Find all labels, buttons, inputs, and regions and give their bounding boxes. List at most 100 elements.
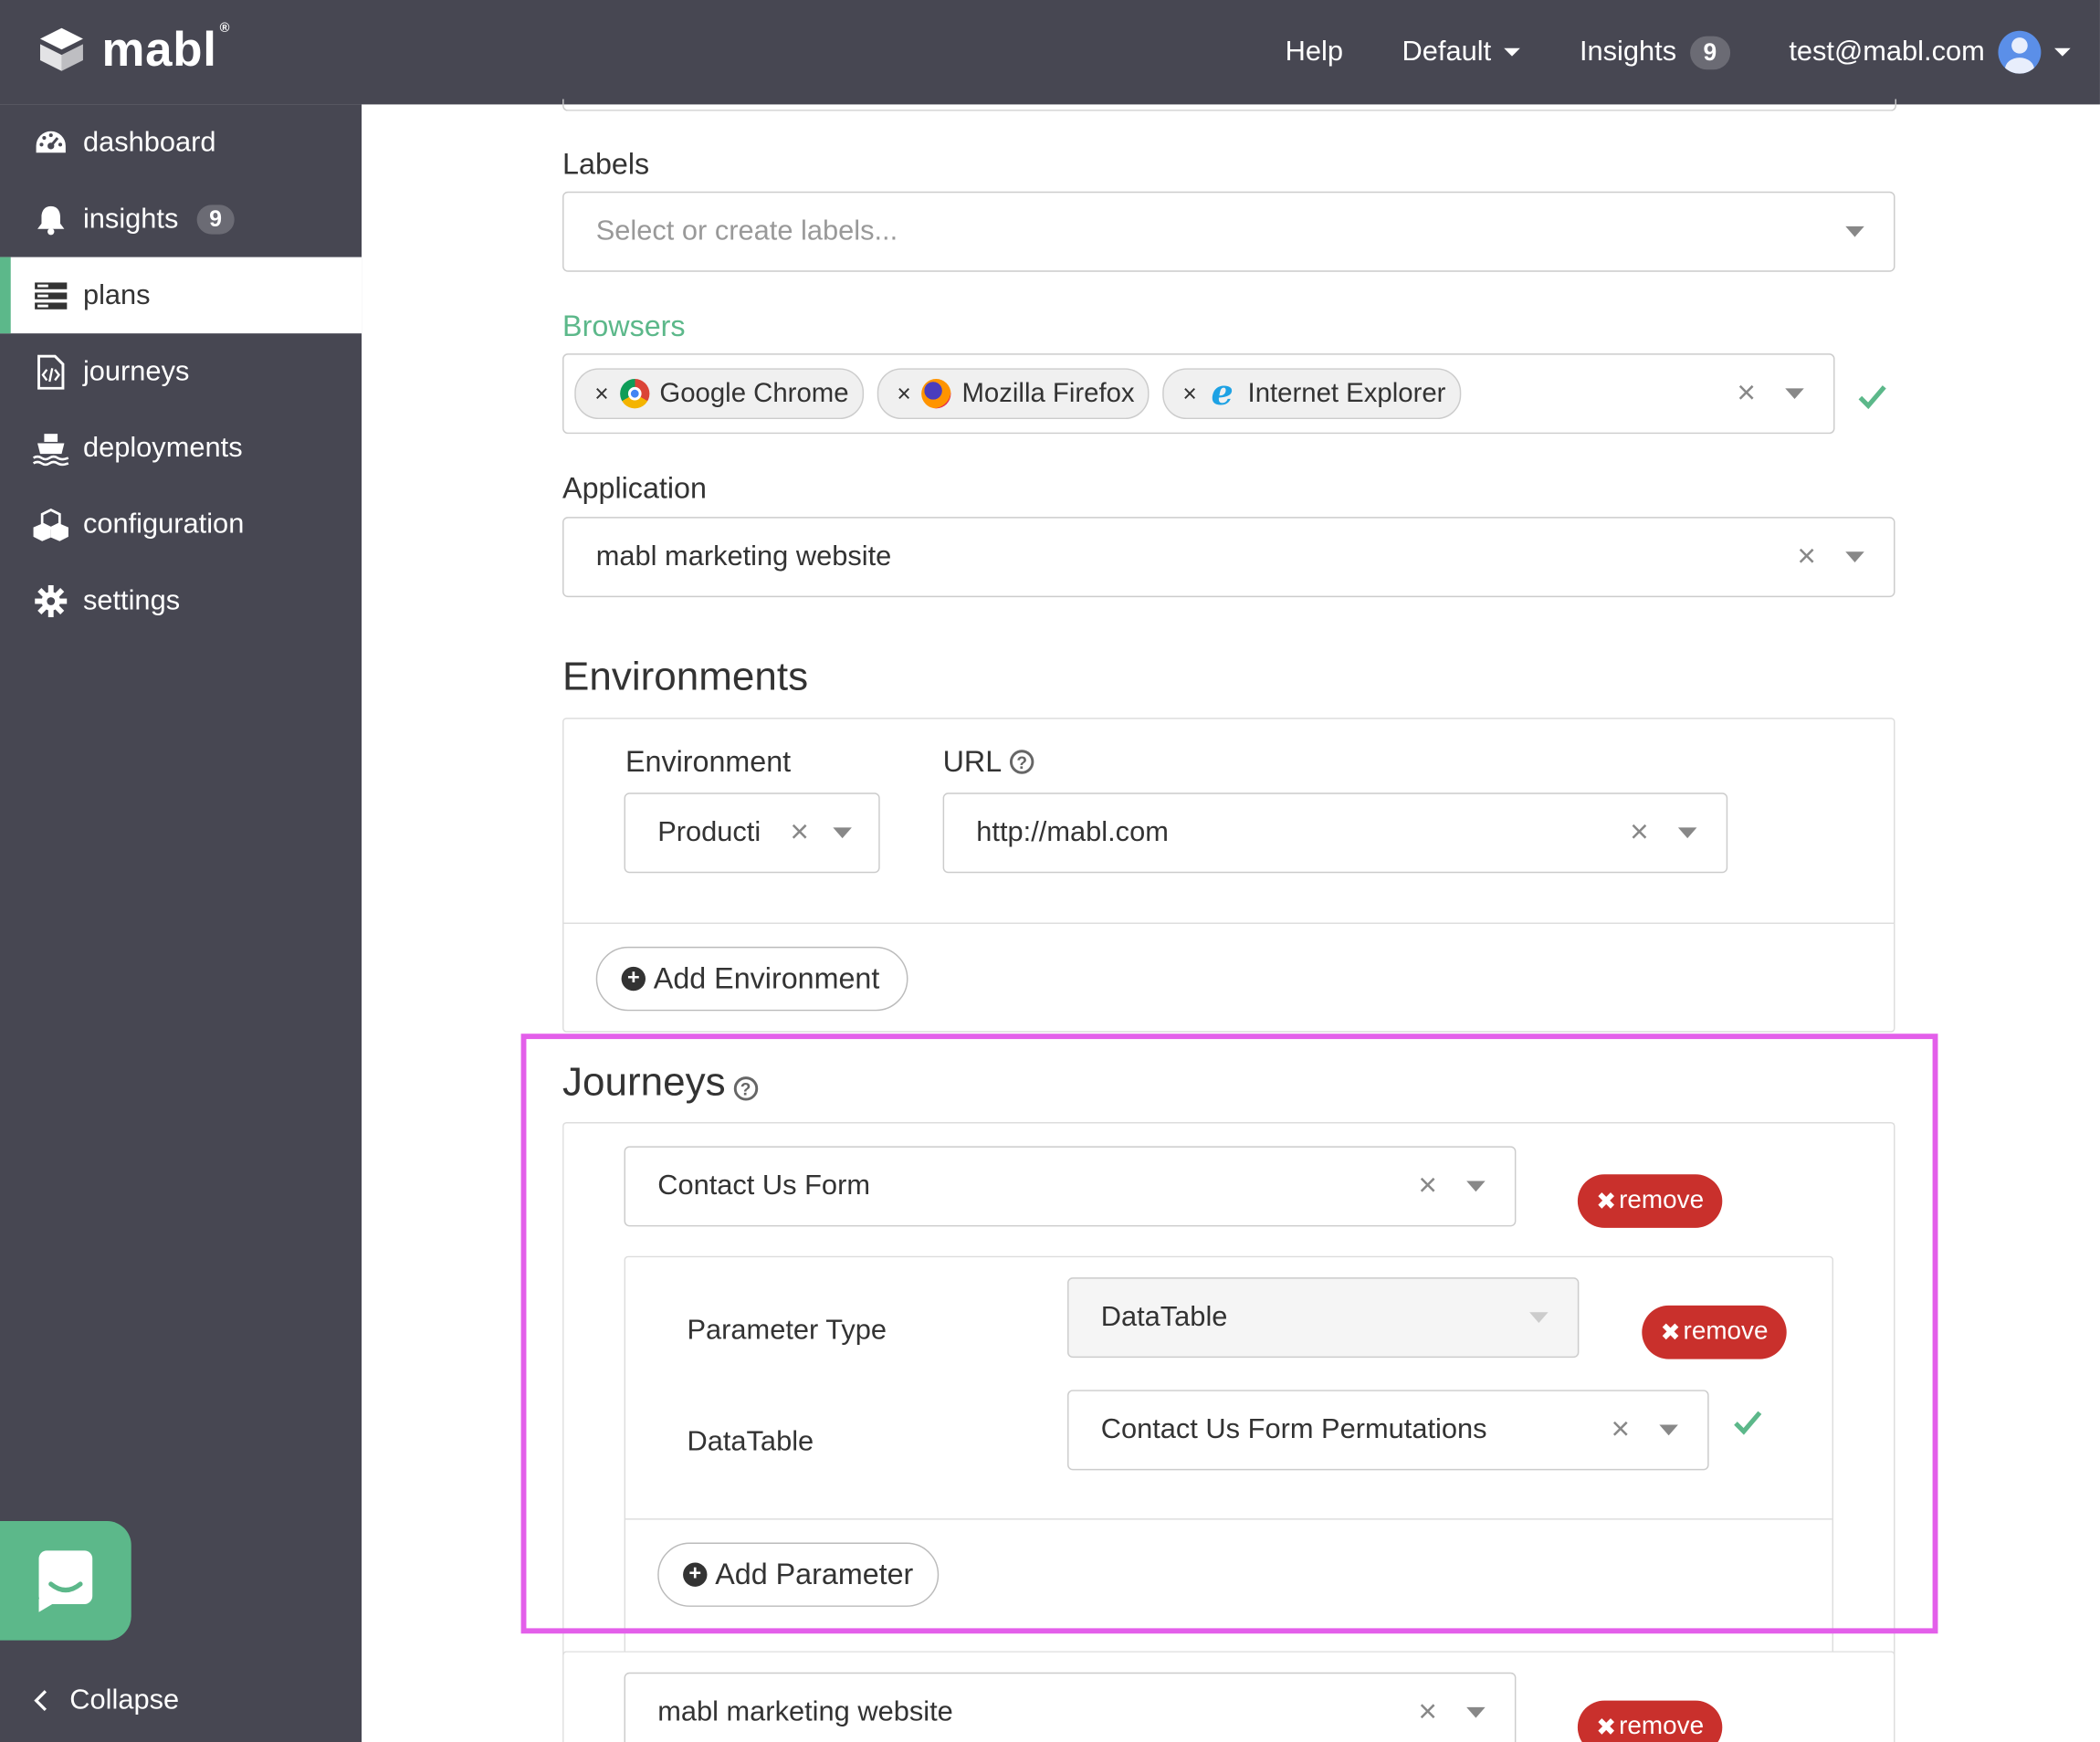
labels-select[interactable]: Select or create labels... [562, 191, 1895, 272]
help-icon[interactable]: ? [733, 1076, 758, 1101]
sidebar-item-plans[interactable]: plans [0, 257, 362, 334]
url-select[interactable]: http://mabl.com × [942, 792, 1728, 874]
sidebar-item-deployments[interactable]: deployments [0, 410, 362, 487]
application-title: Application [562, 471, 707, 505]
caret-down-icon[interactable] [1659, 1424, 1678, 1436]
caret-down-icon[interactable] [1466, 1181, 1486, 1192]
caret-down-icon [1845, 226, 1864, 237]
remove-chip-icon[interactable]: × [1182, 380, 1196, 408]
help-link[interactable]: Help [1286, 37, 1343, 68]
application-select[interactable]: mabl marketing website × [562, 517, 1895, 598]
environment-value: Producti [657, 816, 761, 848]
panel-divider [563, 922, 1895, 924]
datatable-label: DataTable [687, 1425, 814, 1457]
clear-icon[interactable]: × [790, 814, 809, 852]
remove-parameter-button[interactable]: ✖ remove [1642, 1305, 1787, 1359]
url-label: URL ? [943, 744, 1034, 779]
plans-icon [32, 277, 69, 314]
add-parameter-button[interactable]: + Add Parameter [657, 1542, 940, 1607]
caret-down-icon[interactable] [833, 827, 852, 839]
clear-icon[interactable]: × [1797, 539, 1816, 576]
insights-badge: 9 [196, 204, 235, 234]
application-value: mabl marketing website [595, 540, 892, 572]
top-navbar: mabl ® Help Default Insights 9 test@mabl.… [0, 0, 2100, 105]
caret-down-icon[interactable] [1677, 827, 1697, 839]
browser-chip-firefox[interactable]: × Mozilla Firefox [877, 368, 1150, 420]
environments-heading: Environments [562, 655, 809, 699]
remove-journey-button-2[interactable]: ✖ remove [1577, 1700, 1723, 1742]
clear-icon[interactable]: × [1737, 375, 1756, 413]
caret-down-icon [2054, 47, 2071, 57]
sidebar-item-journeys[interactable]: journeys [0, 333, 362, 410]
plus-circle-icon: + [621, 966, 646, 992]
cubes-icon [32, 506, 69, 543]
caret-down-icon [1504, 47, 1521, 57]
bell-icon [32, 200, 69, 237]
collapse-sidebar-button[interactable]: Collapse [32, 1684, 179, 1716]
clear-icon[interactable]: × [1418, 1694, 1437, 1731]
parameter-type-label: Parameter Type [687, 1315, 887, 1346]
check-icon [1734, 1411, 1762, 1435]
chevron-left-icon [34, 1690, 47, 1711]
main-content: Labels Select or create labels... Browse… [362, 99, 2100, 1742]
browser-chip-chrome[interactable]: × Google Chrome [574, 368, 864, 420]
chat-icon [38, 1549, 93, 1612]
browsers-select[interactable]: × Google Chrome × Mozilla Firefox × e In… [562, 353, 1835, 435]
journey-value-2: mabl marketing website [657, 1696, 953, 1727]
sidebar-item-dashboard[interactable]: dashboard [0, 104, 362, 181]
previous-field-bottom [562, 99, 1896, 111]
datatable-value: Contact Us Form Permutations [1100, 1413, 1487, 1445]
add-environment-button[interactable]: + Add Environment [595, 946, 908, 1012]
journey-select-2[interactable]: mabl marketing website × [624, 1672, 1517, 1742]
chat-widget-button[interactable] [0, 1521, 131, 1641]
panel-divider [625, 1518, 1832, 1520]
clear-icon[interactable]: × [1612, 1411, 1631, 1449]
remove-chip-icon[interactable]: × [594, 380, 608, 408]
journey-value-1: Contact Us Form [657, 1170, 870, 1202]
insights-link[interactable]: Insights 9 [1580, 35, 1730, 69]
sidebar-item-insights[interactable]: insights 9 [0, 181, 362, 257]
internet-explorer-icon: e [1211, 373, 1234, 415]
clear-icon[interactable]: × [1418, 1168, 1437, 1205]
check-icon [1858, 385, 1886, 410]
insights-count-badge: 9 [1689, 35, 1730, 69]
top-nav-links: Help Default Insights 9 test@mabl.com [1286, 0, 2071, 104]
user-menu[interactable]: test@mabl.com [1789, 30, 2071, 74]
caret-down-icon [1529, 1312, 1549, 1324]
labels-placeholder: Select or create labels... [595, 215, 898, 247]
plus-circle-icon: + [683, 1562, 708, 1587]
clear-icon[interactable]: × [1630, 814, 1649, 852]
environment-select[interactable]: Producti × [624, 792, 880, 874]
sidebar-item-configuration[interactable]: configuration [0, 486, 362, 562]
caret-down-icon[interactable] [1466, 1706, 1486, 1718]
workspace-dropdown[interactable]: Default [1402, 37, 1521, 68]
x-icon: ✖ [1596, 1713, 1617, 1740]
remove-chip-icon[interactable]: × [897, 380, 910, 408]
parameter-type-value: DataTable [1100, 1301, 1228, 1333]
dashboard-icon [32, 124, 69, 162]
chrome-icon [619, 379, 649, 409]
brand[interactable]: mabl ® [35, 21, 230, 78]
parameter-type-select[interactable]: DataTable [1067, 1277, 1580, 1359]
sidebar-item-settings[interactable]: settings [0, 562, 362, 639]
url-value: http://mabl.com [976, 816, 1169, 848]
remove-journey-button[interactable]: ✖ remove [1577, 1174, 1723, 1228]
environment-label: Environment [625, 744, 792, 779]
ship-icon [32, 429, 69, 467]
browsers-title: Browsers [562, 309, 686, 343]
avatar [1998, 30, 2042, 74]
gear-icon [32, 582, 69, 619]
labels-title: Labels [562, 147, 650, 181]
browser-chip-ie[interactable]: × e Internet Explorer [1162, 368, 1461, 420]
journeys-heading: Journeys ? [562, 1061, 758, 1107]
sidebar: dashboard insights 9 plans journeys depl… [0, 104, 362, 1742]
x-icon: ✖ [1660, 1317, 1681, 1346]
journey-select-1[interactable]: Contact Us Form × [624, 1146, 1517, 1227]
datatable-select[interactable]: Contact Us Form Permutations × [1067, 1390, 1709, 1471]
firefox-icon [921, 379, 951, 409]
caret-down-icon[interactable] [1845, 551, 1864, 562]
caret-down-icon[interactable] [1785, 388, 1804, 400]
help-icon[interactable]: ? [1009, 750, 1034, 774]
journey-file-icon [32, 352, 69, 390]
mabl-logo-icon [40, 27, 83, 71]
